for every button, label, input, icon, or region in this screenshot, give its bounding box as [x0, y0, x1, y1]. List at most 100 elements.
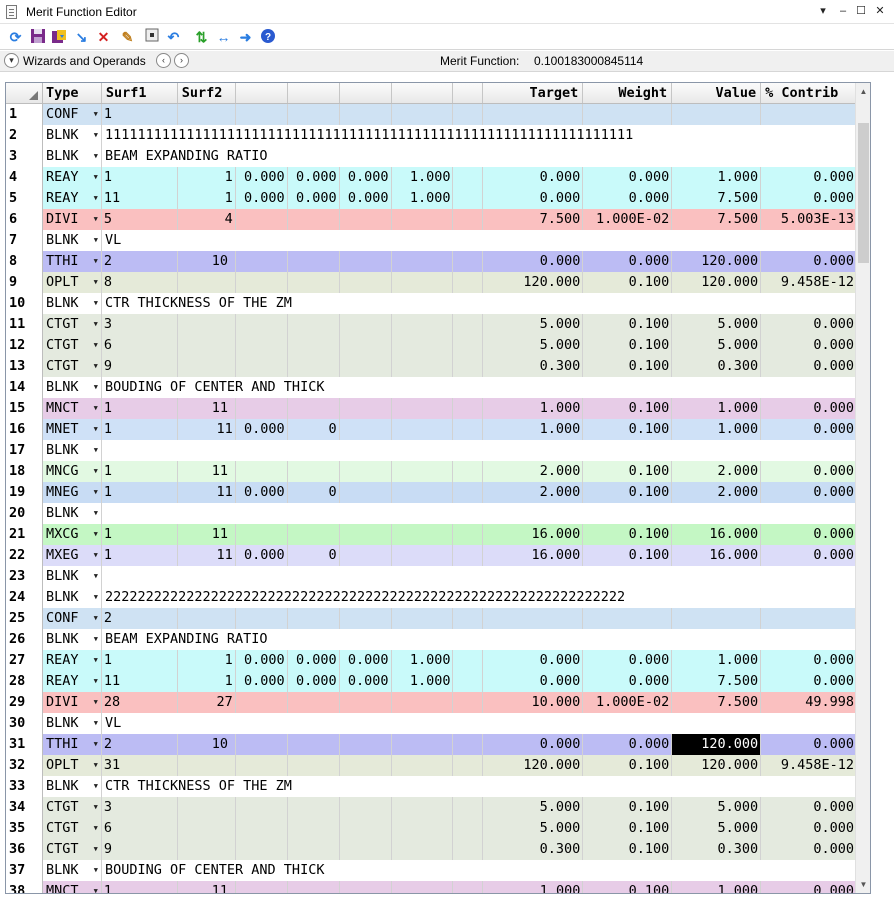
weight-cell[interactable]: 0.000	[583, 671, 673, 692]
param2-cell[interactable]	[288, 734, 340, 755]
param3-cell[interactable]	[340, 545, 392, 566]
param4-cell[interactable]	[392, 314, 454, 335]
expand-wizards-button[interactable]: ▾	[4, 53, 19, 68]
dropdown-arrow-icon[interactable]: ▼	[94, 461, 98, 482]
target-cell[interactable]: 5.000	[483, 335, 584, 356]
contrib-cell[interactable]: 0.000	[761, 545, 856, 566]
surf2-cell[interactable]: 10	[178, 251, 236, 272]
param4-cell[interactable]	[392, 839, 454, 860]
param5-cell[interactable]	[453, 482, 484, 503]
value-cell[interactable]: 16.000	[672, 524, 762, 545]
table-row[interactable]: 2 BLNK ▼ 1111111111111111111111111111111111…	[6, 125, 856, 146]
operand-type-cell[interactable]: BLNK ▼	[43, 125, 102, 146]
param1-cell[interactable]	[236, 251, 288, 272]
target-cell[interactable]: 2.000	[483, 461, 584, 482]
param3-cell[interactable]	[340, 524, 392, 545]
comment-cell[interactable]: BEAM EXPANDING RATIO	[102, 146, 856, 167]
surf1-cell[interactable]: 2	[102, 608, 178, 629]
param1-cell[interactable]	[236, 692, 288, 713]
operand-type-cell[interactable]: DIVI ▼	[43, 692, 102, 713]
row-number[interactable]: 21	[6, 524, 43, 545]
comment-cell[interactable]: CTR THICKNESS OF THE ZM	[102, 293, 856, 314]
weight-cell[interactable]: 0.100	[583, 755, 673, 776]
operand-type-cell[interactable]: MNET ▼	[43, 419, 102, 440]
operand-type-cell[interactable]: BLNK ▼	[43, 776, 102, 797]
param3-cell[interactable]	[340, 482, 392, 503]
target-cell[interactable]: 16.000	[483, 524, 584, 545]
row-number[interactable]: 17	[6, 440, 43, 461]
dropdown-arrow-icon[interactable]: ▼	[94, 314, 98, 335]
contrib-cell[interactable]	[761, 608, 856, 629]
surf2-cell[interactable]	[178, 839, 236, 860]
param5-cell[interactable]	[453, 797, 484, 818]
insert-icon[interactable]: ↘	[72, 28, 91, 47]
weight-cell[interactable]: 0.100	[583, 482, 673, 503]
row-number[interactable]: 25	[6, 608, 43, 629]
param1-cell[interactable]	[236, 209, 288, 230]
value-cell[interactable]: 5.000	[672, 314, 762, 335]
table-row[interactable]: 33 BLNK ▼ CTR THICKNESS OF THE ZM	[6, 776, 856, 797]
param5-cell[interactable]	[453, 608, 484, 629]
value-cell[interactable]: 16.000	[672, 545, 762, 566]
row-number[interactable]: 35	[6, 818, 43, 839]
param1-cell[interactable]	[236, 524, 288, 545]
table-row[interactable]: 4 REAY ▼ 1 1 0.000 0.000 0.000 1.000 0.000 0.000 1.…	[6, 167, 856, 188]
surf2-cell[interactable]: 11	[178, 881, 236, 893]
param2-cell[interactable]	[288, 461, 340, 482]
operand-type-cell[interactable]: BLNK ▼	[43, 503, 102, 524]
param5-cell[interactable]	[453, 104, 484, 125]
table-row[interactable]: 16 MNET ▼ 1 11 0.000 0 1.000 0.100 1.000 0.000	[6, 419, 856, 440]
param4-cell[interactable]	[392, 356, 454, 377]
load-icon[interactable]	[50, 28, 69, 47]
table-row[interactable]: 38 MNCT ▼ 1 11 1.000 0.100 1.000 0.000	[6, 881, 856, 893]
param1-cell[interactable]	[236, 356, 288, 377]
value-cell[interactable]: 120.000	[672, 272, 762, 293]
contrib-cell[interactable]: 0.000	[761, 524, 856, 545]
row-number[interactable]: 14	[6, 377, 43, 398]
corner-header[interactable]	[6, 83, 43, 103]
param3-cell[interactable]	[340, 398, 392, 419]
param4-cell[interactable]	[392, 818, 454, 839]
target-cell[interactable]: 0.000	[483, 734, 584, 755]
contrib-cell[interactable]: 49.998	[761, 692, 856, 713]
param1-cell[interactable]: 0.000	[236, 482, 288, 503]
surf1-cell[interactable]: 11	[102, 188, 178, 209]
contrib-cell[interactable]: 0.000	[761, 881, 856, 893]
param5-cell[interactable]	[453, 356, 484, 377]
surf1-cell[interactable]: 3	[102, 797, 178, 818]
weight-cell[interactable]: 0.100	[583, 839, 673, 860]
value-cell[interactable]: 1.000	[672, 398, 762, 419]
table-row[interactable]: 1 CONF ▼ 1	[6, 104, 856, 125]
surf2-cell[interactable]: 1	[178, 650, 236, 671]
weight-cell[interactable]: 0.100	[583, 797, 673, 818]
comment-cell[interactable]: 1111111111111111111111111111111111111111…	[102, 125, 856, 146]
surf1-cell[interactable]: 31	[102, 755, 178, 776]
value-cell[interactable]: 0.300	[672, 356, 762, 377]
row-number[interactable]: 5	[6, 188, 43, 209]
operand-type-cell[interactable]: MNCG ▼	[43, 461, 102, 482]
operand-type-cell[interactable]: CTGT ▼	[43, 356, 102, 377]
surf2-cell[interactable]	[178, 797, 236, 818]
operand-type-cell[interactable]: BLNK ▼	[43, 713, 102, 734]
row-number[interactable]: 12	[6, 335, 43, 356]
row-number[interactable]: 38	[6, 881, 43, 893]
row-number[interactable]: 2	[6, 125, 43, 146]
contrib-cell[interactable]: 0.000	[761, 482, 856, 503]
table-row[interactable]: 27 REAY ▼ 1 1 0.000 0.000 0.000 1.000 0.000 0.000 1…	[6, 650, 856, 671]
dropdown-arrow-icon[interactable]: ▼	[94, 335, 98, 356]
operand-type-cell[interactable]: REAY ▼	[43, 671, 102, 692]
operand-type-cell[interactable]: REAY ▼	[43, 650, 102, 671]
surf1-cell[interactable]: 1	[102, 545, 178, 566]
param1-cell[interactable]	[236, 398, 288, 419]
param5-cell[interactable]	[453, 671, 484, 692]
param4-cell[interactable]: 1.000	[392, 188, 454, 209]
forward-icon[interactable]: ➜	[236, 28, 255, 47]
target-cell[interactable]: 0.000	[483, 188, 584, 209]
surf2-cell[interactable]	[178, 755, 236, 776]
contrib-cell[interactable]: 0.000	[761, 461, 856, 482]
operand-type-cell[interactable]: BLNK ▼	[43, 440, 102, 461]
table-row[interactable]: 32 OPLT ▼ 31 120.000 0.100 120.000 9.458E-12	[6, 755, 856, 776]
row-number[interactable]: 8	[6, 251, 43, 272]
surf1-cell[interactable]: 1	[102, 419, 178, 440]
row-number[interactable]: 3	[6, 146, 43, 167]
